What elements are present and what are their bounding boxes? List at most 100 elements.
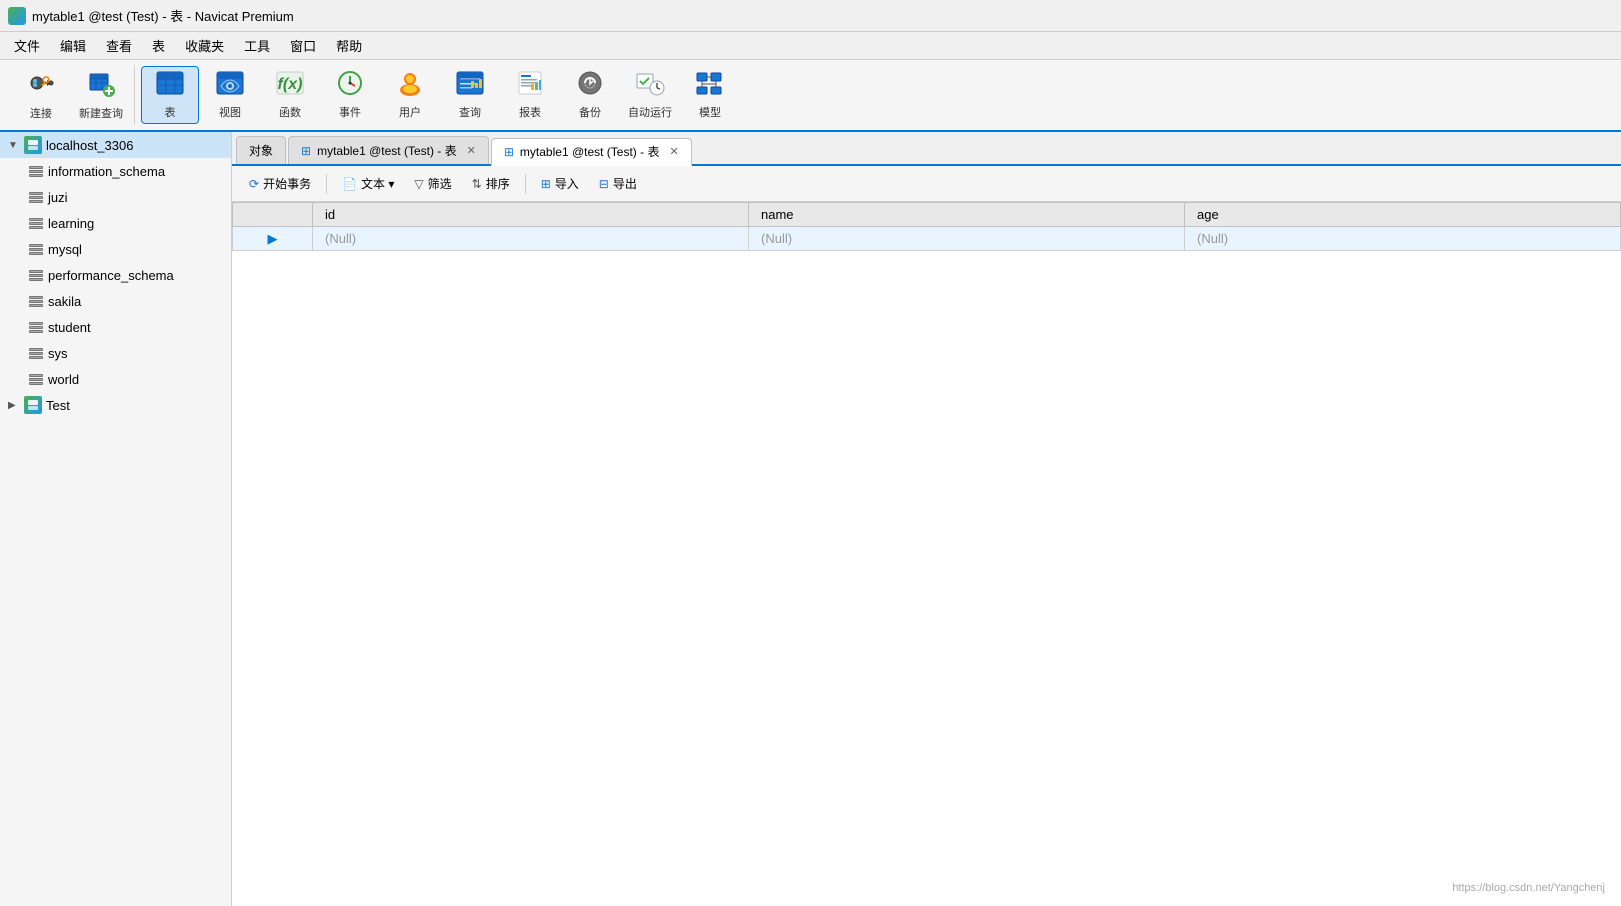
btn-export[interactable]: ⊟ 导出 bbox=[590, 170, 646, 198]
btn-export-label: 导出 bbox=[613, 175, 637, 192]
db-icon-performance-schema bbox=[28, 267, 44, 283]
sidebar-item-sys[interactable]: sys bbox=[0, 340, 231, 366]
autorun-label: 自动运行 bbox=[628, 104, 672, 120]
table-icon bbox=[155, 70, 185, 100]
db-icon-mysql bbox=[28, 241, 44, 257]
main-layout: ▼ localhost_3306 information_schema juzi bbox=[0, 132, 1621, 906]
toolbar-user-btn[interactable]: 用户 bbox=[381, 66, 439, 124]
sidebar-label-localhost: localhost_3306 bbox=[46, 138, 133, 153]
toolbar-model-btn[interactable]: 模型 bbox=[681, 66, 739, 124]
th-name[interactable]: name bbox=[749, 203, 1185, 227]
report-icon bbox=[515, 70, 545, 100]
menu-help[interactable]: 帮助 bbox=[326, 33, 372, 58]
table-row[interactable]: ▶ (Null) (Null) (Null) bbox=[233, 227, 1621, 251]
new-query-icon bbox=[87, 69, 115, 101]
sidebar-item-information-schema[interactable]: information_schema bbox=[0, 158, 231, 184]
menu-favorites[interactable]: 收藏夹 bbox=[175, 33, 234, 58]
table-body: ▶ (Null) (Null) (Null) bbox=[233, 227, 1621, 251]
connect-icon bbox=[27, 69, 55, 101]
toolbar-connect-btn[interactable]: 连接 bbox=[12, 66, 70, 124]
btn-start-transaction[interactable]: ⟳ 开始事务 bbox=[240, 170, 320, 198]
btn-sort-label: 排序 bbox=[486, 175, 510, 192]
table-label: 表 bbox=[165, 104, 176, 120]
separator-1 bbox=[326, 174, 327, 194]
tab-table-2[interactable]: ⊞ mytable1 @test (Test) - 表 ✕ bbox=[491, 138, 692, 166]
menu-edit[interactable]: 编辑 bbox=[50, 33, 96, 58]
window-title: mytable1 @test (Test) - 表 - Navicat Prem… bbox=[32, 6, 294, 25]
btn-transaction-label: 开始事务 bbox=[263, 175, 311, 192]
server-icon-test bbox=[24, 396, 42, 414]
th-age[interactable]: age bbox=[1185, 203, 1621, 227]
data-table: id name age ▶ (Null) (Null) (Null) bbox=[232, 202, 1621, 251]
expand-arrow-localhost: ▼ bbox=[8, 140, 20, 151]
btn-import[interactable]: ⊞ 导入 bbox=[532, 170, 588, 198]
sidebar-item-performance-schema[interactable]: performance_schema bbox=[0, 262, 231, 288]
toolbar-event-btn[interactable]: 事件 bbox=[321, 66, 379, 124]
import-icon: ⊞ bbox=[541, 177, 551, 191]
db-icon-sakila bbox=[28, 293, 44, 309]
filter-icon: ▽ bbox=[414, 177, 423, 191]
user-icon bbox=[395, 70, 425, 100]
menu-file[interactable]: 文件 bbox=[4, 33, 50, 58]
cell-id[interactable]: (Null) bbox=[313, 227, 749, 251]
sidebar-item-sakila[interactable]: sakila bbox=[0, 288, 231, 314]
sidebar-label-student: student bbox=[48, 320, 91, 335]
tab-table-icon-2: ⊞ bbox=[504, 145, 514, 159]
menu-window[interactable]: 窗口 bbox=[280, 33, 326, 58]
sidebar-label-mysql: mysql bbox=[48, 242, 82, 257]
autorun-icon bbox=[635, 70, 665, 100]
sidebar-label-sakila: sakila bbox=[48, 294, 81, 309]
db-icon-world bbox=[28, 371, 44, 387]
sidebar-item-test[interactable]: ▶ Test bbox=[0, 392, 231, 418]
toolbar-new-query-btn[interactable]: 新建查询 bbox=[72, 66, 130, 124]
sidebar-label-sys: sys bbox=[48, 346, 68, 361]
tab-table-label-2: mytable1 @test (Test) - 表 bbox=[520, 143, 660, 160]
tab-object[interactable]: 对象 bbox=[236, 136, 286, 164]
sidebar-item-world[interactable]: world bbox=[0, 366, 231, 392]
model-label: 模型 bbox=[699, 104, 721, 120]
toolbar-report-btn[interactable]: 报表 bbox=[501, 66, 559, 124]
tab-table-icon-1: ⊞ bbox=[301, 144, 311, 158]
btn-sort[interactable]: ⇅ 排序 bbox=[463, 170, 519, 198]
tab-close-1[interactable]: ✕ bbox=[467, 144, 476, 157]
menu-table[interactable]: 表 bbox=[142, 33, 175, 58]
sidebar-item-juzi[interactable]: juzi bbox=[0, 184, 231, 210]
model-icon bbox=[695, 70, 725, 100]
event-icon bbox=[335, 70, 365, 100]
menu-bar: 文件 编辑 查看 表 收藏夹 工具 窗口 帮助 bbox=[0, 32, 1621, 60]
sidebar-item-mysql[interactable]: mysql bbox=[0, 236, 231, 262]
db-icon-sys bbox=[28, 345, 44, 361]
btn-text-label: 文本 ▾ bbox=[361, 175, 394, 192]
menu-view[interactable]: 查看 bbox=[96, 33, 142, 58]
backup-label: 备份 bbox=[579, 104, 601, 120]
sidebar-item-student[interactable]: student bbox=[0, 314, 231, 340]
sidebar-label-test: Test bbox=[46, 398, 70, 413]
cell-age[interactable]: (Null) bbox=[1185, 227, 1621, 251]
toolbar-view-btn[interactable]: 视图 bbox=[201, 66, 259, 124]
tab-close-2[interactable]: ✕ bbox=[669, 145, 678, 158]
sidebar-item-learning[interactable]: learning bbox=[0, 210, 231, 236]
server-icon-localhost bbox=[24, 136, 42, 154]
db-icon-juzi bbox=[28, 189, 44, 205]
backup-icon bbox=[575, 70, 605, 100]
toolbar-backup-btn[interactable]: 备份 bbox=[561, 66, 619, 124]
sidebar-label-world: world bbox=[48, 372, 79, 387]
th-id[interactable]: id bbox=[313, 203, 749, 227]
table-content: id name age ▶ (Null) (Null) (Null) bbox=[232, 202, 1621, 906]
btn-filter[interactable]: ▽ 筛选 bbox=[405, 170, 460, 198]
toolbar-table-btn[interactable]: 表 bbox=[141, 66, 199, 124]
sidebar-item-localhost[interactable]: ▼ localhost_3306 bbox=[0, 132, 231, 158]
toolbar-query-btn[interactable]: 查询 bbox=[441, 66, 499, 124]
cell-name[interactable]: (Null) bbox=[749, 227, 1185, 251]
toolbar-function-btn[interactable]: f(x) 函数 bbox=[261, 66, 319, 124]
content-area: 对象 ⊞ mytable1 @test (Test) - 表 ✕ ⊞ mytab… bbox=[232, 132, 1621, 906]
btn-import-label: 导入 bbox=[555, 175, 579, 192]
menu-tools[interactable]: 工具 bbox=[234, 33, 280, 58]
separator-2 bbox=[525, 174, 526, 194]
btn-text[interactable]: 📄 文本 ▾ bbox=[333, 170, 403, 198]
toolbar-connect-group: 连接 新建查询 bbox=[8, 65, 135, 125]
tab-table-1[interactable]: ⊞ mytable1 @test (Test) - 表 ✕ bbox=[288, 136, 489, 164]
row-arrow: ▶ bbox=[233, 227, 313, 251]
query-label: 查询 bbox=[459, 104, 481, 120]
toolbar-autorun-btn[interactable]: 自动运行 bbox=[621, 66, 679, 124]
